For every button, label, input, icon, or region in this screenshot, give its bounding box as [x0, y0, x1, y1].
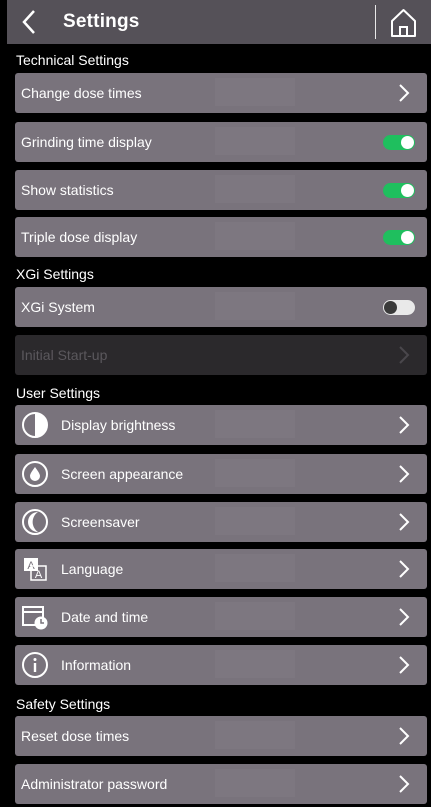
xgi-system-toggle[interactable]: [383, 300, 415, 315]
toggle-knob: [384, 301, 397, 314]
row-highlight: [215, 78, 295, 106]
info-icon: [22, 652, 48, 678]
toggle-knob: [401, 231, 414, 244]
section-title-technical: Technical Settings: [16, 52, 129, 68]
chevron-right-icon: [399, 84, 410, 102]
screensaver-row[interactable]: Screensaver: [15, 502, 427, 542]
row-highlight: [215, 175, 295, 203]
page-title: Settings: [63, 11, 140, 32]
grinding-time-display-row: Grinding time display: [15, 122, 427, 162]
grinding-time-display-toggle[interactable]: [383, 135, 415, 150]
row-highlight: [215, 602, 295, 630]
chevron-right-icon: [399, 416, 410, 434]
screen-appearance-row[interactable]: Screen appearance: [15, 454, 427, 494]
row-highlight: [215, 769, 295, 797]
row-label: Initial Start-up: [21, 347, 108, 363]
show-statistics-toggle[interactable]: [383, 183, 415, 198]
change-dose-times-row[interactable]: Change dose times: [15, 73, 427, 113]
triple-dose-display-row: Triple dose display: [15, 217, 427, 257]
chevron-left-icon: [22, 10, 35, 34]
row-highlight: [215, 507, 295, 535]
chevron-right-icon: [399, 727, 410, 745]
chevron-right-icon: [399, 465, 410, 483]
chevron-right-icon: [399, 775, 410, 793]
section-title-xgi: XGi Settings: [16, 266, 94, 282]
home-icon: [391, 9, 416, 37]
row-label: Reset dose times: [21, 728, 130, 744]
chevron-right-icon: [399, 346, 410, 364]
svg-text:A: A: [35, 569, 43, 581]
row-label: Show statistics: [21, 182, 114, 198]
row-highlight: [215, 410, 295, 438]
home-button[interactable]: [376, 0, 431, 44]
header-bar: Settings: [7, 0, 431, 44]
toggle-knob: [401, 184, 414, 197]
initial-startup-row: Initial Start-up: [15, 335, 427, 375]
language-row[interactable]: A A Language: [15, 549, 427, 589]
row-highlight: [215, 459, 295, 487]
reset-dose-times-row[interactable]: Reset dose times: [15, 716, 427, 756]
row-label: XGi System: [21, 299, 95, 315]
row-label: Grinding time display: [21, 134, 152, 150]
language-icon: A A: [24, 558, 47, 581]
chevron-right-icon: [399, 513, 410, 531]
row-label: Administrator password: [21, 776, 168, 792]
row-label: Screen appearance: [61, 466, 184, 482]
chevron-right-icon: [399, 656, 410, 674]
information-row[interactable]: Information: [15, 645, 427, 685]
row-highlight: [215, 222, 295, 250]
row-label: Screensaver: [61, 514, 140, 530]
row-highlight: [215, 127, 295, 155]
row-label: Change dose times: [21, 85, 142, 101]
row-label: Date and time: [61, 609, 149, 625]
row-label: Information: [61, 657, 132, 673]
section-title-user: User Settings: [16, 385, 101, 401]
row-highlight: [215, 721, 295, 749]
row-label: Display brightness: [61, 417, 176, 433]
chevron-right-icon: [399, 608, 410, 626]
triple-dose-display-toggle[interactable]: [383, 230, 415, 245]
row-highlight: [215, 292, 295, 320]
xgi-system-row: XGi System: [15, 287, 427, 327]
back-button[interactable]: [7, 0, 51, 44]
display-brightness-row[interactable]: Display brightness: [15, 405, 427, 445]
calendar-clock-icon: [22, 606, 48, 630]
toggle-knob: [401, 136, 414, 149]
row-label: Triple dose display: [21, 229, 138, 245]
row-highlight: [215, 650, 295, 678]
show-statistics-row: Show statistics: [15, 170, 427, 210]
brightness-icon: [22, 412, 48, 438]
administrator-password-row[interactable]: Administrator password: [15, 764, 427, 804]
row-label: Language: [61, 561, 124, 577]
chevron-right-icon: [399, 560, 410, 578]
date-and-time-row[interactable]: Date and time: [15, 597, 427, 637]
section-title-safety: Safety Settings: [16, 696, 111, 712]
water-drop-icon: [22, 461, 48, 487]
moon-icon: [22, 509, 48, 535]
row-highlight: [215, 554, 295, 582]
